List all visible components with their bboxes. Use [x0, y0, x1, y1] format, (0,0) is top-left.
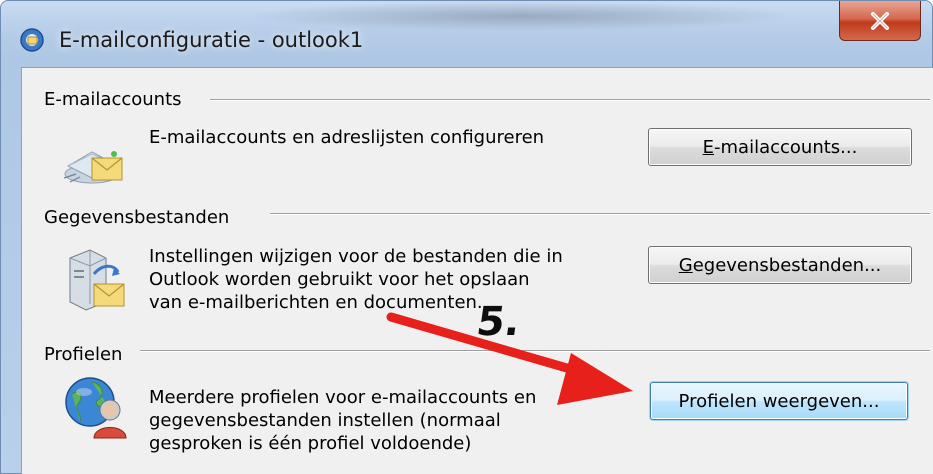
email-accounts-button[interactable]: E -mailaccounts...: [648, 128, 912, 166]
description-line: gesproken is één profiel voldoende): [149, 433, 472, 454]
button-label: egevensbestanden...: [692, 254, 882, 276]
group-divider: [140, 350, 930, 352]
group-heading-profiles: Profielen: [44, 344, 131, 366]
button-label: Profielen weergeven...: [678, 390, 880, 412]
titlebar-background: [241, 1, 801, 31]
data-files-icon: [64, 246, 130, 318]
step-number-label: 5.: [473, 299, 524, 345]
email-config-dialog: E-mailconfiguratie - outlook1 E-mailacco…: [0, 0, 933, 474]
close-icon: [871, 11, 889, 30]
group-heading-email-accounts: E-mailaccounts: [44, 89, 190, 111]
window-title: E-mailconfiguratie - outlook1: [59, 28, 364, 52]
show-profiles-button[interactable]: Profielen weergeven...: [650, 382, 908, 420]
accelerator-key: E: [702, 136, 715, 158]
accelerator-key: G: [678, 254, 693, 276]
description-line: Meerdere profielen voor e-mailaccounts e…: [149, 387, 537, 408]
group-heading-data-files: Gegevensbestanden: [44, 207, 238, 229]
button-label: -mailaccounts...: [714, 136, 858, 158]
data-files-button[interactable]: Gegevensbestanden...: [648, 246, 912, 284]
description-line: Instellingen wijzigen voor de bestanden …: [149, 246, 563, 267]
close-button[interactable]: [839, 1, 921, 41]
profiles-description: Meerdere profielen voor e-mailaccounts e…: [149, 386, 536, 455]
title-bar[interactable]: E-mailconfiguratie - outlook1: [1, 1, 933, 61]
description-line: Outlook worden gebruikt voor het opslaan: [149, 269, 530, 290]
outlook-mail-icon: [19, 27, 45, 53]
group-divider: [210, 99, 930, 101]
group-divider: [270, 213, 930, 215]
email-accounts-description: E-mailaccounts en adreslijsten configure…: [149, 126, 544, 149]
dialog-content: E-mailaccounts E-mailaccounts en adresli…: [21, 67, 933, 474]
email-accounts-icon: [62, 128, 130, 192]
profiles-globe-icon: [62, 374, 132, 444]
description-line: gegevensbestanden instellen (normaal: [149, 410, 501, 431]
description-line: E-mailaccounts en adreslijsten configure…: [149, 127, 545, 148]
